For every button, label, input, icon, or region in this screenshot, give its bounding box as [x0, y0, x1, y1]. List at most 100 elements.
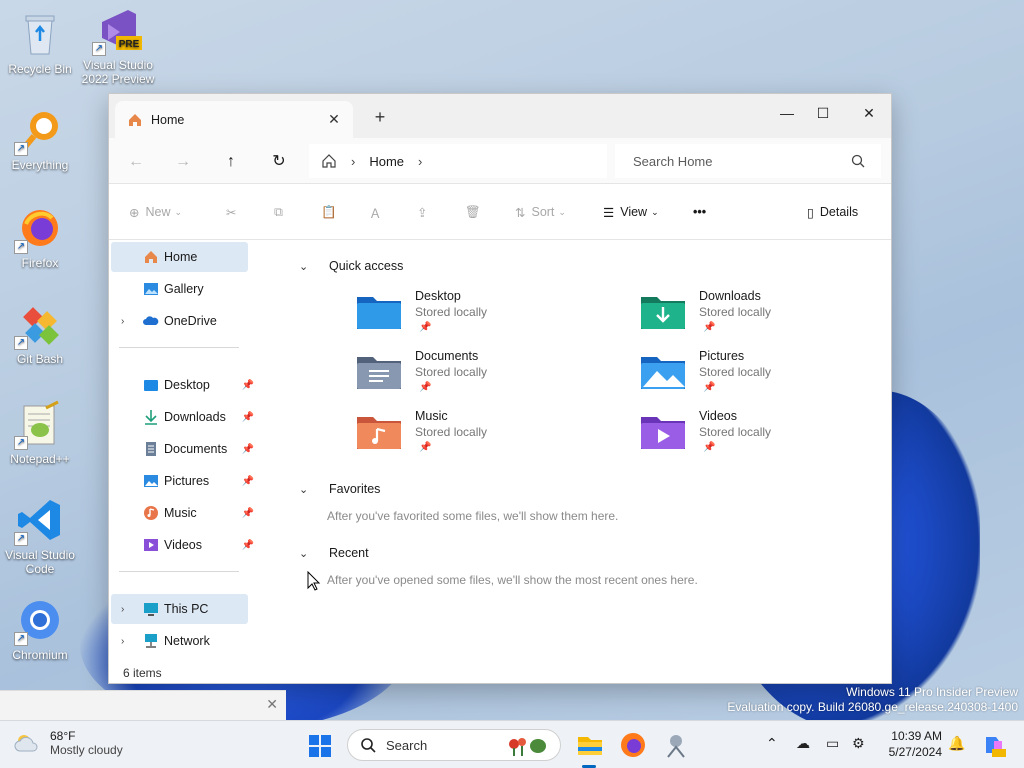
chevron-down-icon[interactable]: ⌄: [299, 483, 321, 496]
more-options-icon[interactable]: •••: [693, 202, 706, 222]
network-icon: [145, 634, 157, 648]
new-tab-button[interactable]: +: [371, 107, 389, 128]
chevron-down-icon[interactable]: ⌄: [299, 260, 321, 273]
sidebar-item-gallery[interactable]: Gallery: [111, 274, 248, 304]
visual-studio-icon: PRE ↗: [92, 6, 142, 56]
taskbar-search-box[interactable]: Search: [347, 729, 561, 761]
weather-widget[interactable]: 68°F Mostly cloudy: [14, 729, 123, 757]
copilot-icon[interactable]: [980, 731, 1008, 759]
taskbar: 68°F Mostly cloudy Search ⌃ ☁ ▭ ⚙ 10:39 …: [0, 720, 1024, 768]
display-icon[interactable]: ▭: [826, 735, 839, 752]
home-content: ⌄ Quick access Desktop Stored locally 📌 …: [267, 241, 891, 661]
documents-icon: [146, 442, 156, 456]
breadcrumb-chevron-icon[interactable]: ›: [418, 154, 422, 169]
status-bar-item-count: 6 items: [123, 666, 162, 680]
sort-button[interactable]: ⇅ Sort ⌄: [515, 202, 566, 222]
quick-access-pictures[interactable]: Pictures Stored locally 📌: [641, 349, 901, 399]
recycle-bin-icon: [16, 10, 64, 58]
file-explorer-taskbar-icon[interactable]: [576, 731, 604, 759]
sidebar-item-pictures[interactable]: Pictures 📌: [111, 466, 254, 496]
home-outline-icon: [322, 154, 336, 168]
pin-icon: 📌: [703, 382, 716, 393]
firefox-taskbar-icon[interactable]: [619, 731, 647, 759]
everything-search-icon: ↗: [14, 106, 64, 156]
quick-access-header[interactable]: ⌄ Quick access: [299, 259, 403, 273]
sidebar-item-network[interactable]: › Network: [111, 626, 248, 656]
gallery-icon: [144, 283, 158, 295]
firefox-icon: ↗: [14, 204, 64, 254]
close-icon[interactable]: ✕: [266, 696, 278, 713]
forward-icon[interactable]: →: [172, 151, 194, 173]
new-button[interactable]: ⊕ New ⌄: [129, 202, 182, 222]
chevron-right-icon[interactable]: ›: [121, 604, 124, 615]
music-icon: [144, 506, 158, 520]
network-status-icon[interactable]: ⚙: [852, 735, 865, 752]
view-icon: ☰: [603, 205, 615, 220]
shortcut-arrow-icon: ↗: [14, 632, 28, 646]
breadcrumb-item-home[interactable]: Home: [369, 154, 404, 169]
sidebar-item-desktop[interactable]: Desktop 📌: [111, 370, 254, 400]
desktop-icon-firefox[interactable]: ↗ Firefox: [0, 204, 80, 270]
maximize-button[interactable]: ☐: [803, 100, 843, 126]
pin-icon: 📌: [241, 443, 254, 455]
desktop-icon-vscode[interactable]: ↗ Visual Studio Code: [0, 496, 80, 576]
recent-header[interactable]: ⌄ Recent: [299, 546, 369, 560]
paste-icon[interactable]: 📋: [321, 202, 337, 222]
favorites-header[interactable]: ⌄ Favorites: [299, 482, 380, 496]
back-icon[interactable]: ←: [125, 151, 147, 173]
shortcut-arrow-icon: ↗: [14, 142, 28, 156]
tab-home[interactable]: Home ✕: [115, 101, 353, 138]
minimize-button[interactable]: —: [767, 100, 807, 126]
desktop-icon-recycle-bin[interactable]: Recycle Bin: [0, 10, 80, 76]
notification-bell-icon[interactable]: 🔔: [948, 735, 965, 752]
desktop-icon-git-bash[interactable]: ↗ Git Bash: [0, 300, 80, 366]
chevron-up-icon[interactable]: ⌃: [766, 735, 778, 752]
evaluation-watermark: Windows 11 Pro Insider Preview Evaluatio…: [727, 685, 1018, 714]
copy-icon[interactable]: ⧉: [274, 202, 283, 222]
quick-access-music[interactable]: Music Stored locally 📌: [357, 409, 617, 459]
sidebar-item-music[interactable]: Music 📌: [111, 498, 254, 528]
sidebar-item-this-pc[interactable]: › This PC: [111, 594, 248, 624]
chevron-right-icon[interactable]: ›: [121, 316, 124, 327]
desktop-icon-chromium[interactable]: ↗ Chromium: [0, 596, 80, 662]
chevron-down-icon[interactable]: ⌄: [299, 547, 321, 560]
sidebar-item-downloads[interactable]: Downloads 📌: [111, 402, 254, 432]
search-input[interactable]: Search Home: [615, 144, 881, 178]
onedrive-offline-icon[interactable]: ☁: [796, 735, 810, 752]
sidebar-item-home[interactable]: Home: [111, 242, 248, 272]
desktop-icon-notepad-plus-plus[interactable]: ↗ Notepad++: [0, 400, 80, 466]
up-icon[interactable]: ↑: [220, 151, 242, 173]
delete-icon[interactable]: 🗑: [465, 202, 481, 222]
pin-icon: 📌: [703, 442, 716, 453]
pin-icon: 📌: [241, 379, 254, 391]
quick-access-documents[interactable]: Documents Stored locally 📌: [357, 349, 617, 399]
address-bar: ← → ↑ ↻ › Home › Search Home: [109, 138, 891, 184]
view-button[interactable]: ☰ View ⌄: [603, 202, 659, 222]
pictures-icon: [144, 475, 158, 487]
chevron-down-icon: ⌄: [558, 206, 566, 217]
start-button[interactable]: [308, 734, 332, 758]
sidebar-item-documents[interactable]: Documents 📌: [111, 434, 254, 464]
breadcrumb[interactable]: › Home ›: [309, 144, 607, 178]
refresh-icon[interactable]: ↻: [268, 151, 290, 173]
quick-access-videos[interactable]: Videos Stored locally 📌: [641, 409, 901, 459]
cut-icon[interactable]: ✂: [226, 202, 236, 222]
chevron-right-icon[interactable]: ›: [121, 636, 124, 647]
sidebar-item-onedrive[interactable]: › OneDrive: [111, 306, 248, 336]
close-tab-icon[interactable]: ✕: [325, 110, 343, 128]
sidebar-item-videos[interactable]: Videos 📌: [111, 530, 254, 560]
share-icon[interactable]: ⇪: [417, 202, 427, 222]
shortcut-arrow-icon: ↗: [14, 240, 28, 254]
quick-access-desktop[interactable]: Desktop Stored locally 📌: [357, 289, 617, 339]
network-tool-taskbar-icon[interactable]: [662, 731, 690, 759]
desktop-icon-everything[interactable]: ↗ Everything: [0, 106, 80, 172]
sidebar-divider: [119, 571, 239, 572]
desktop-icon-visual-studio[interactable]: PRE ↗ Visual Studio 2022 Preview: [78, 6, 158, 86]
chromium-icon: ↗: [14, 596, 64, 646]
quick-access-downloads[interactable]: Downloads Stored locally 📌: [641, 289, 901, 339]
details-pane-icon: ▯: [807, 205, 814, 220]
close-window-button[interactable]: ✕: [849, 100, 889, 126]
details-button[interactable]: ▯ Details: [807, 202, 858, 222]
taskbar-clock[interactable]: 10:39 AM 5/27/2024: [880, 728, 942, 760]
rename-icon[interactable]: Ａ: [369, 202, 382, 222]
